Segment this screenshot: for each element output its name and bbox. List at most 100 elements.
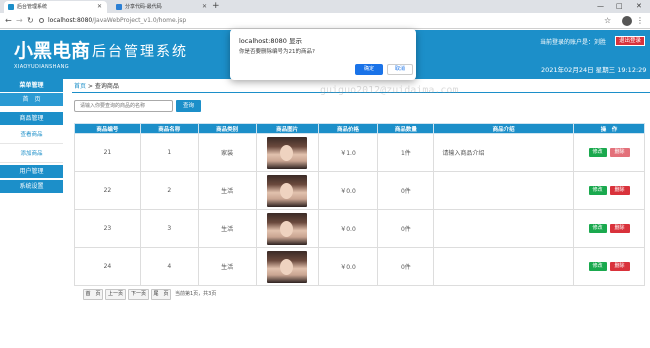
dialog-cancel-button[interactable]: 取消 [387,64,413,75]
close-tab-icon[interactable]: ✕ [97,1,102,13]
first-page-button[interactable]: 首 页 [83,289,103,300]
dialog-message: 你是否要删除编号为21的商品? [239,49,315,55]
new-tab-button[interactable]: + [212,0,220,12]
table-row: 23 3 生活 ￥0.0 0件 修改 删除 [74,209,645,248]
cell-category: 生活 [197,171,257,210]
cell-id: 21 [74,133,141,172]
cell-id: 24 [74,247,141,286]
reload-icon[interactable]: ↻ [27,15,34,27]
cell-qty: 0件 [377,247,435,286]
cell-actions: 修改 删除 [573,171,645,210]
edit-button[interactable]: 修改 [588,262,607,271]
cell-intro [433,171,575,210]
cell-intro [433,247,575,286]
product-image [267,136,308,169]
search-button[interactable]: 查询 [176,100,201,112]
dialog-ok-button[interactable]: 确定 [355,64,383,75]
search-input[interactable] [74,100,173,112]
cell-actions: 修改 删除 [573,209,645,248]
close-window-icon[interactable]: ✕ [636,0,642,12]
product-image [267,174,308,207]
column-header: 商品介绍 [433,123,575,134]
logo-text: 小黑电商 [14,40,91,62]
profile-avatar[interactable] [622,16,632,26]
cell-price: ￥0.0 [317,171,379,210]
tab-title: 分享代码-最代码 [125,4,162,10]
sidebar: 菜单管理 首 页 商品管理 查看商品 添加商品 用户管理 系统设置 [0,79,63,348]
menu-icon[interactable]: ⋮ [636,15,644,27]
cell-category: 家装 [197,133,257,172]
delete-button[interactable]: 删除 [609,186,630,195]
edit-button[interactable]: 修改 [588,186,607,195]
cell-category: 生活 [197,247,257,286]
goods-table: 商品编号 商品名称 商品类别 商品图片 商品价格 商品数量 商品介绍 操 作 2… [74,123,645,286]
cell-qty: 0件 [377,171,435,210]
column-header: 商品编号 [74,123,141,134]
cell-image [255,209,319,248]
table-header-row: 商品编号 商品名称 商品类别 商品图片 商品价格 商品数量 商品介绍 操 作 [74,123,645,134]
confirm-dialog: localhost:8080 显示 你是否要删除编号为21的商品? 确定 取消 [230,29,416,80]
sidebar-item-goods[interactable]: 商品管理 [0,112,63,126]
edit-button[interactable]: 修改 [588,148,607,157]
browser-tab-strip: 后台管理系统 ✕ 分享代码-最代码 ✕ + — □ ✕ [0,0,650,13]
edit-button[interactable]: 修改 [588,224,607,233]
next-page-button[interactable]: 下一页 [128,289,149,300]
last-page-button[interactable]: 尾 页 [151,289,171,300]
sidebar-title: 菜单管理 [0,79,63,93]
tab-admin-system[interactable]: 后台管理系统 ✕ [4,1,107,13]
dialog-title: localhost:8080 显示 [239,37,302,45]
column-header: 商品类别 [197,123,257,134]
main-content: 首页 > 查询商品 查询 商品编号 商品名称 商品类别 商品图片 商品价格 商品… [63,79,650,348]
prev-page-button[interactable]: 上一页 [105,289,126,300]
sidebar-item-goods-query[interactable]: 查看商品 [0,126,63,144]
minimize-icon[interactable]: — [597,0,604,12]
system-title: 后台管理系统 [92,44,188,60]
login-info: 当前登录的账户是：刘胜 [540,39,607,46]
cell-price: ￥0.0 [317,247,379,286]
cell-name: 1 [139,133,199,172]
sidebar-item-users[interactable]: 用户管理 [0,165,63,179]
cell-qty: 0件 [377,209,435,248]
column-header: 商品名称 [139,123,199,134]
favicon-icon [8,4,14,10]
cell-image [255,171,319,210]
breadcrumb-home[interactable]: 首页 [74,83,86,90]
page-info: 当前第1页，共3页 [175,291,217,297]
logout-button[interactable]: 退出登录 [615,36,645,46]
product-image [267,250,308,283]
watermark: guiguo2012@zuidaima.com [320,85,459,96]
sidebar-item-goods-add[interactable]: 添加商品 [0,145,63,163]
maximize-icon[interactable]: □ [616,0,623,12]
url-host: localhost:8080 [48,17,93,24]
forward-icon[interactable]: → [16,15,23,27]
column-header: 商品图片 [255,123,319,134]
cell-id: 23 [74,209,141,248]
cell-price: ￥0.0 [317,209,379,248]
sidebar-item-home[interactable]: 首 页 [0,93,63,107]
back-icon[interactable]: ← [5,15,12,27]
site-info-icon[interactable] [39,18,44,23]
delete-button[interactable]: 删除 [609,148,630,157]
delete-button[interactable]: 删除 [609,224,630,233]
url-field[interactable]: localhost:8080/JavaWebProject_v1.0/home.… [48,15,186,27]
tab-zuidaima[interactable]: 分享代码-最代码 ✕ [112,1,212,13]
close-tab-icon[interactable]: ✕ [202,1,207,13]
breadcrumb-current: 查询商品 [94,83,119,90]
favicon-icon [116,4,122,10]
bookmark-star-icon[interactable]: ☆ [604,15,611,27]
cell-id: 22 [74,171,141,210]
cell-price: ￥1.0 [317,133,379,172]
cell-image [255,247,319,286]
url-path: /JavaWebProject_v1.0/home.jsp [92,17,187,24]
address-bar: ← → ↻ localhost:8080/JavaWebProject_v1.0… [0,13,650,29]
cell-name: 4 [139,247,199,286]
cell-image [255,133,319,172]
product-image [267,212,308,245]
column-header: 商品数量 [377,123,435,134]
current-datetime: 2021年02月24日 星期三 19:12:29 [541,66,647,74]
sidebar-item-settings[interactable]: 系统设置 [0,180,63,194]
cell-intro: 请输入商品介绍 [433,133,575,172]
breadcrumb-separator: > [86,83,95,90]
logo-subtitle: XIAOYUDIANSHANG [14,64,70,70]
delete-button[interactable]: 删除 [609,262,630,271]
